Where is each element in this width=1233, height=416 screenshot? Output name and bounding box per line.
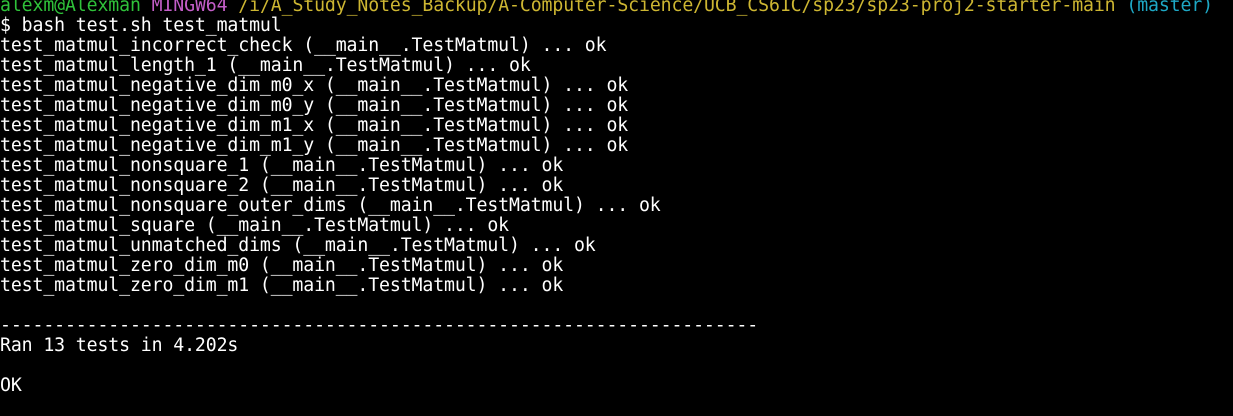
- test-result-line: test_matmul_nonsquare_outer_dims (__main…: [0, 195, 661, 216]
- prompt-system: MINGW64: [151, 0, 228, 16]
- test-result-line: test_matmul_negative_dim_m0_x (__main__.…: [0, 75, 629, 96]
- test-result-line: test_matmul_incorrect_check (__main__.Te…: [0, 35, 607, 56]
- test-result-line: test_matmul_unmatched_dims (__main__.Tes…: [0, 235, 596, 256]
- command-line: $ bash test.sh test_matmul: [0, 15, 282, 36]
- status-line: OK: [0, 375, 22, 396]
- test-result-line: test_matmul_square (__main__.TestMatmul)…: [0, 215, 510, 236]
- prompt-path: /i/A_Study_Notes_Backup/A-Computer-Scien…: [238, 0, 1116, 16]
- prompt-line: alexm@Alexman MINGW64 /i/A_Study_Notes_B…: [0, 0, 1233, 16]
- summary-line: Ran 13 tests in 4.202s: [0, 335, 239, 356]
- terminal-window[interactable]: alexm@Alexman MINGW64 /i/A_Study_Notes_B…: [0, 0, 1233, 416]
- test-result-line: test_matmul_length_1 (__main__.TestMatmu…: [0, 55, 531, 76]
- test-result-line: test_matmul_negative_dim_m0_y (__main__.…: [0, 95, 629, 116]
- prompt-branch: (master): [1126, 0, 1213, 16]
- test-result-line: test_matmul_negative_dim_m1_y (__main__.…: [0, 135, 629, 156]
- prompt-user-host: alexm@Alexman: [0, 0, 141, 16]
- test-result-line: test_matmul_nonsquare_1 (__main__.TestMa…: [0, 155, 564, 176]
- separator-line: ----------------------------------------…: [0, 315, 759, 336]
- test-result-line: test_matmul_nonsquare_2 (__main__.TestMa…: [0, 175, 564, 196]
- test-result-line: test_matmul_zero_dim_m0 (__main__.TestMa…: [0, 255, 564, 276]
- test-result-line: test_matmul_zero_dim_m1 (__main__.TestMa…: [0, 275, 564, 296]
- test-result-line: test_matmul_negative_dim_m1_x (__main__.…: [0, 115, 629, 136]
